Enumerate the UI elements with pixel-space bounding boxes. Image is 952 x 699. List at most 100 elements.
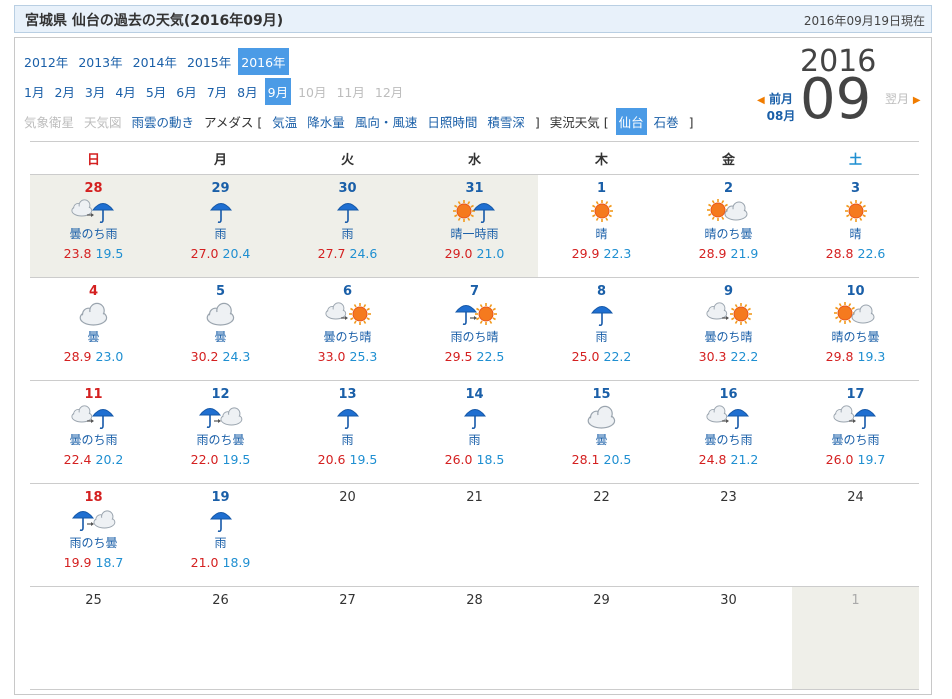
day-number: 17 bbox=[846, 387, 865, 402]
prev-month-link[interactable]: ◀ 前月 08月 bbox=[745, 90, 805, 124]
temperature-range: 28.1 20.5 bbox=[538, 452, 665, 467]
low-temp: 19.3 bbox=[857, 349, 886, 364]
cloud-icon bbox=[30, 301, 157, 327]
high-temp: 30.3 bbox=[698, 349, 727, 364]
rain-then-cloud-icon bbox=[30, 507, 157, 533]
weather-label: 雨のち曇 bbox=[69, 536, 118, 550]
day-number: 8 bbox=[596, 284, 607, 299]
day-number: 24 bbox=[847, 490, 864, 505]
month-link-2[interactable]: 3月 bbox=[82, 78, 108, 105]
prev-month: 08月 bbox=[766, 109, 796, 123]
weather-label: 晴のち曇 bbox=[704, 227, 753, 241]
day-number: 11 bbox=[84, 387, 103, 402]
calendar-day-cell: 22 bbox=[538, 483, 665, 587]
weather-label: 曇 bbox=[214, 330, 227, 344]
low-temp: 20.4 bbox=[222, 246, 251, 261]
month-link-3[interactable]: 4月 bbox=[112, 78, 138, 105]
month-link-0[interactable]: 1月 bbox=[21, 78, 47, 105]
year-link-0[interactable]: 2012年 bbox=[21, 48, 71, 75]
high-temp: 28.9 bbox=[63, 349, 92, 364]
temperature-range: 19.9 18.7 bbox=[30, 555, 157, 570]
low-temp: 18.7 bbox=[95, 555, 124, 570]
day-number: 15 bbox=[592, 387, 611, 402]
calendar-day-cell: 31 晴一時雨 29.0 21.0 bbox=[411, 174, 538, 278]
high-temp: 30.2 bbox=[190, 349, 219, 364]
calendar-day-cell: 3 晴 28.8 22.6 bbox=[792, 174, 919, 278]
day-number: 6 bbox=[342, 284, 353, 299]
year-link-3[interactable]: 2015年 bbox=[184, 48, 234, 75]
nav-link-13: ] bbox=[688, 115, 694, 130]
nav-link-9: ] bbox=[534, 115, 540, 130]
low-temp: 22.2 bbox=[603, 349, 632, 364]
low-temp: 19.7 bbox=[857, 452, 886, 467]
next-month-link: 翌月 ▶ bbox=[885, 90, 921, 107]
calendar-day-cell: 2 晴のち曇 28.9 21.9 bbox=[665, 174, 792, 278]
weather-label: 雨のち曇 bbox=[196, 433, 245, 447]
temperature-range: 28.9 23.0 bbox=[30, 349, 157, 364]
calendar-day-cell: 1 bbox=[792, 586, 919, 690]
calendar-day-cell: 14 雨 26.0 18.5 bbox=[411, 380, 538, 484]
title-bar: 宮城県 仙台の過去の天気(2016年09月) 2016年09月19日現在 bbox=[14, 5, 932, 33]
calendar-day-cell: 30 雨 27.7 24.6 bbox=[284, 174, 411, 278]
sun-sometimes-rain-icon bbox=[411, 198, 538, 224]
high-temp: 29.5 bbox=[444, 349, 473, 364]
nav-link-11[interactable]: 仙台 bbox=[615, 108, 647, 135]
nav-link-4[interactable]: 気温 bbox=[269, 108, 300, 135]
calendar-day-cell: 12 雨のち曇 22.0 19.5 bbox=[157, 380, 284, 484]
month-link-1[interactable]: 2月 bbox=[51, 78, 77, 105]
high-temp: 21.0 bbox=[190, 555, 219, 570]
month-selector: 1月 2月 3月 4月 5月 6月 7月 8月 9月 10月 11月 12月 bbox=[21, 78, 410, 105]
month-link-8[interactable]: 9月 bbox=[264, 78, 292, 105]
low-temp: 22.2 bbox=[730, 349, 759, 364]
related-links: 気象衛星 天気図 雨雲の動き アメダス [気温 降水量 風向・風速 日照時間 積雪深] 実況天気… bbox=[21, 108, 701, 135]
nav-link-7[interactable]: 日照時間 bbox=[424, 108, 480, 135]
low-temp: 21.9 bbox=[730, 246, 759, 261]
nav-link-3: アメダス [ bbox=[204, 115, 263, 130]
nav-link-5[interactable]: 降水量 bbox=[304, 108, 348, 135]
temperature-range: 30.2 24.3 bbox=[157, 349, 284, 364]
high-temp: 22.0 bbox=[190, 452, 219, 467]
calendar-day-cell: 18 雨のち曇 19.9 18.7 bbox=[30, 483, 157, 587]
weather-label: 晴のち曇 bbox=[831, 330, 880, 344]
day-number: 7 bbox=[469, 284, 480, 299]
high-temp: 27.7 bbox=[317, 246, 346, 261]
year-link-2[interactable]: 2014年 bbox=[130, 48, 180, 75]
month-link-9: 10月 bbox=[298, 85, 327, 100]
calendar-week: 4 曇 28.9 23.0 5 曇 30.2 24.3 6 曇のち晴 33.0 25.3 7 雨のち晴 29… bbox=[30, 277, 919, 381]
low-temp: 20.5 bbox=[603, 452, 632, 467]
calendar-day-cell: 26 bbox=[157, 586, 284, 690]
as-of-date: 2016年09月19日現在 bbox=[803, 14, 925, 28]
month-link-5[interactable]: 6月 bbox=[173, 78, 199, 105]
weather-label: 晴 bbox=[849, 227, 862, 241]
month-link-4[interactable]: 5月 bbox=[143, 78, 169, 105]
nav-link-6[interactable]: 風向・風速 bbox=[352, 108, 421, 135]
high-temp: 29.0 bbox=[444, 246, 473, 261]
day-number: 29 bbox=[593, 593, 610, 608]
calendar-day-cell: 6 曇のち晴 33.0 25.3 bbox=[284, 277, 411, 381]
rain-then-cloud-icon bbox=[157, 404, 284, 430]
temperature-range: 21.0 18.9 bbox=[157, 555, 284, 570]
weather-label: 雨 bbox=[214, 536, 227, 550]
nav-link-2[interactable]: 雨雲の動き bbox=[129, 108, 198, 135]
nav-link-12[interactable]: 石巻 bbox=[651, 108, 682, 135]
calendar-day-cell: 27 bbox=[284, 586, 411, 690]
day-number: 2 bbox=[723, 181, 734, 196]
temperature-range: 26.0 19.7 bbox=[792, 452, 919, 467]
high-temp: 19.9 bbox=[63, 555, 92, 570]
high-temp: 28.8 bbox=[825, 246, 854, 261]
arrow-right-icon: ▶ bbox=[912, 95, 921, 106]
day-number: 30 bbox=[338, 181, 357, 196]
month-link-7[interactable]: 8月 bbox=[234, 78, 260, 105]
year-link-4[interactable]: 2016年 bbox=[238, 48, 289, 75]
month-link-6[interactable]: 7月 bbox=[204, 78, 230, 105]
rain-icon bbox=[157, 507, 284, 533]
cloud-then-rain-icon bbox=[665, 404, 792, 430]
day-number: 18 bbox=[84, 490, 103, 505]
nav-link-8[interactable]: 積雪深 bbox=[484, 108, 528, 135]
year-link-1[interactable]: 2013年 bbox=[75, 48, 125, 75]
calendar-day-cell: 21 bbox=[411, 483, 538, 587]
calendar-day-cell: 5 曇 30.2 24.3 bbox=[157, 277, 284, 381]
calendar-day-cell: 15 曇 28.1 20.5 bbox=[538, 380, 665, 484]
low-temp: 21.0 bbox=[476, 246, 505, 261]
high-temp: 28.9 bbox=[698, 246, 727, 261]
